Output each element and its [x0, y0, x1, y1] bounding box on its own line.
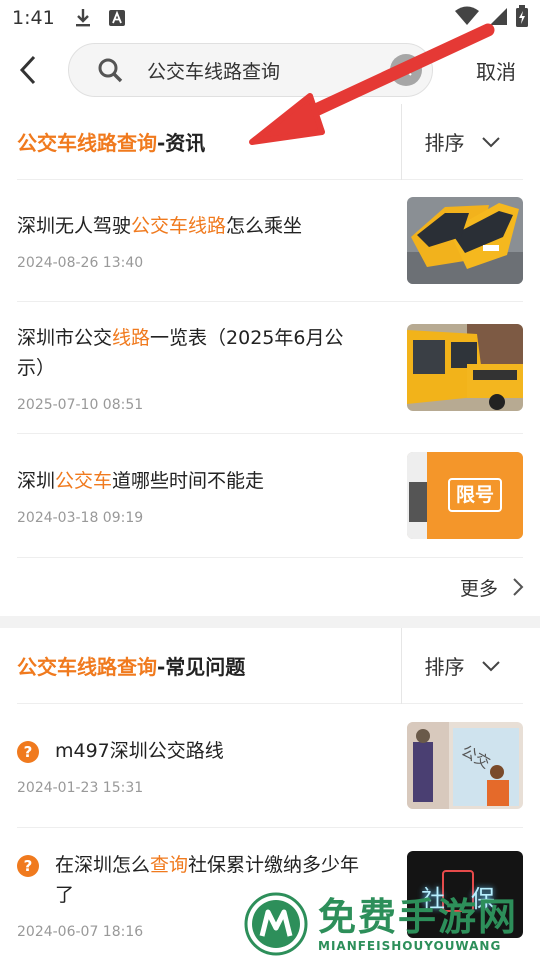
watermark-cn: 免费手游网: [318, 895, 519, 939]
title-highlight: 公交车线路查询: [17, 131, 157, 155]
chevron-down-icon: [481, 660, 500, 671]
cancel-button[interactable]: 取消: [476, 56, 528, 85]
title-highlight: 公交车: [55, 469, 113, 492]
title-part: 深圳无人驾驶: [17, 214, 132, 237]
news-item[interactable]: 深圳市公交线路一览表（2025年6月公示） 2025-07-10 08:51: [17, 302, 523, 434]
sort-label: 排序: [424, 655, 465, 679]
faq-title: m497深圳公交路线: [55, 736, 224, 766]
faq-item[interactable]: ? m497深圳公交路线 2024-01-23 15:31 公交: [17, 704, 523, 828]
title-suffix: -资讯: [157, 131, 206, 155]
title-highlight: 公交车线路: [131, 214, 227, 237]
news-date: 2025-07-10 08:51: [17, 396, 144, 413]
news-date: 2024-08-26 13:40: [17, 254, 144, 271]
title-highlight: 公交车线路查询: [17, 655, 157, 679]
faq-section-header: 公交车线路查询-常见问题 排序: [17, 627, 523, 704]
news-text: 深圳无人驾驶公交车线路怎么乘坐 2024-08-26 13:40: [17, 211, 407, 271]
back-button[interactable]: [18, 50, 58, 90]
news-thumbnail: 限号: [407, 452, 523, 539]
faq-text: ? m497深圳公交路线 2024-01-23 15:31: [17, 736, 407, 796]
news-text: 深圳公交车道哪些时间不能走 2024-03-18 09:19: [17, 466, 407, 526]
chevron-down-icon: [481, 136, 500, 147]
title-part: 深圳: [17, 469, 56, 492]
faq-thumbnail: 公交: [407, 722, 523, 809]
search-box[interactable]: [68, 43, 433, 97]
news-text: 深圳市公交线路一览表（2025年6月公示） 2025-07-10 08:51: [17, 323, 407, 413]
status-time: 1:41: [12, 7, 55, 29]
news-title: 深圳无人驾驶公交车线路怎么乘坐: [17, 211, 371, 241]
search-icon: [98, 58, 123, 83]
watermark-text: 免费手游网 MIANFEISHOUYOUWANG: [318, 895, 518, 953]
clear-search-button[interactable]: [390, 54, 422, 86]
section-divider: [0, 616, 540, 628]
news-thumbnail: [407, 197, 523, 284]
faq-section-title: 公交车线路查询-常见问题: [17, 651, 245, 680]
question-icon: ?: [17, 854, 39, 877]
news-date: 2024-03-18 09:19: [17, 509, 144, 526]
watermark: 免费手游网 MIANFEISHOUYOUWANG: [244, 888, 540, 960]
news-sort-button[interactable]: 排序: [401, 103, 523, 180]
title-suffix: -常见问题: [157, 655, 246, 679]
title-part: 在深圳怎么: [55, 853, 151, 876]
battery-icon: [516, 4, 528, 32]
search-input[interactable]: [147, 59, 390, 81]
title-part: 怎么乘坐: [226, 214, 303, 237]
news-title: 深圳市公交线路一览表（2025年6月公示）: [17, 323, 371, 383]
signal-icon: [488, 6, 508, 31]
search-header: 取消: [0, 36, 540, 104]
faq-row: ? m497深圳公交路线: [17, 736, 377, 766]
sort-label: 排序: [424, 131, 465, 155]
faq-sort-button[interactable]: 排序: [401, 627, 523, 704]
more-label: 更多: [459, 577, 498, 600]
more-link[interactable]: 更多: [0, 558, 540, 616]
faq-date: 2024-01-23 15:31: [17, 779, 144, 796]
news-item[interactable]: 深圳公交车道哪些时间不能走 2024-03-18 09:19 限号: [17, 434, 523, 558]
title-part: 道哪些时间不能走: [112, 469, 265, 492]
news-section-header: 公交车线路查询-资讯 排序: [17, 103, 523, 180]
title-highlight: 线路: [112, 326, 151, 349]
news-title: 深圳公交车道哪些时间不能走: [17, 466, 371, 496]
status-bar: 1:41: [0, 0, 540, 36]
question-icon: ?: [17, 740, 39, 763]
watermark-logo: [244, 892, 308, 956]
wifi-icon: [454, 6, 480, 31]
title-part: 深圳市公交: [17, 326, 113, 349]
news-item[interactable]: 深圳无人驾驶公交车线路怎么乘坐 2024-08-26 13:40: [17, 180, 523, 302]
watermark-en: MIANFEISHOUYOUWANG: [318, 939, 502, 953]
text-icon: [107, 8, 127, 28]
close-icon: [400, 64, 412, 76]
chevron-right-icon: [513, 578, 524, 596]
title-highlight: 查询: [150, 853, 189, 876]
title-part: m497深圳公交路线: [55, 739, 224, 762]
chevron-left-icon: [19, 55, 36, 85]
download-icon: [73, 8, 93, 28]
news-section-title: 公交车线路查询-资讯: [17, 127, 205, 156]
news-thumbnail: [407, 324, 523, 411]
thumb-label: 限号: [455, 484, 494, 506]
